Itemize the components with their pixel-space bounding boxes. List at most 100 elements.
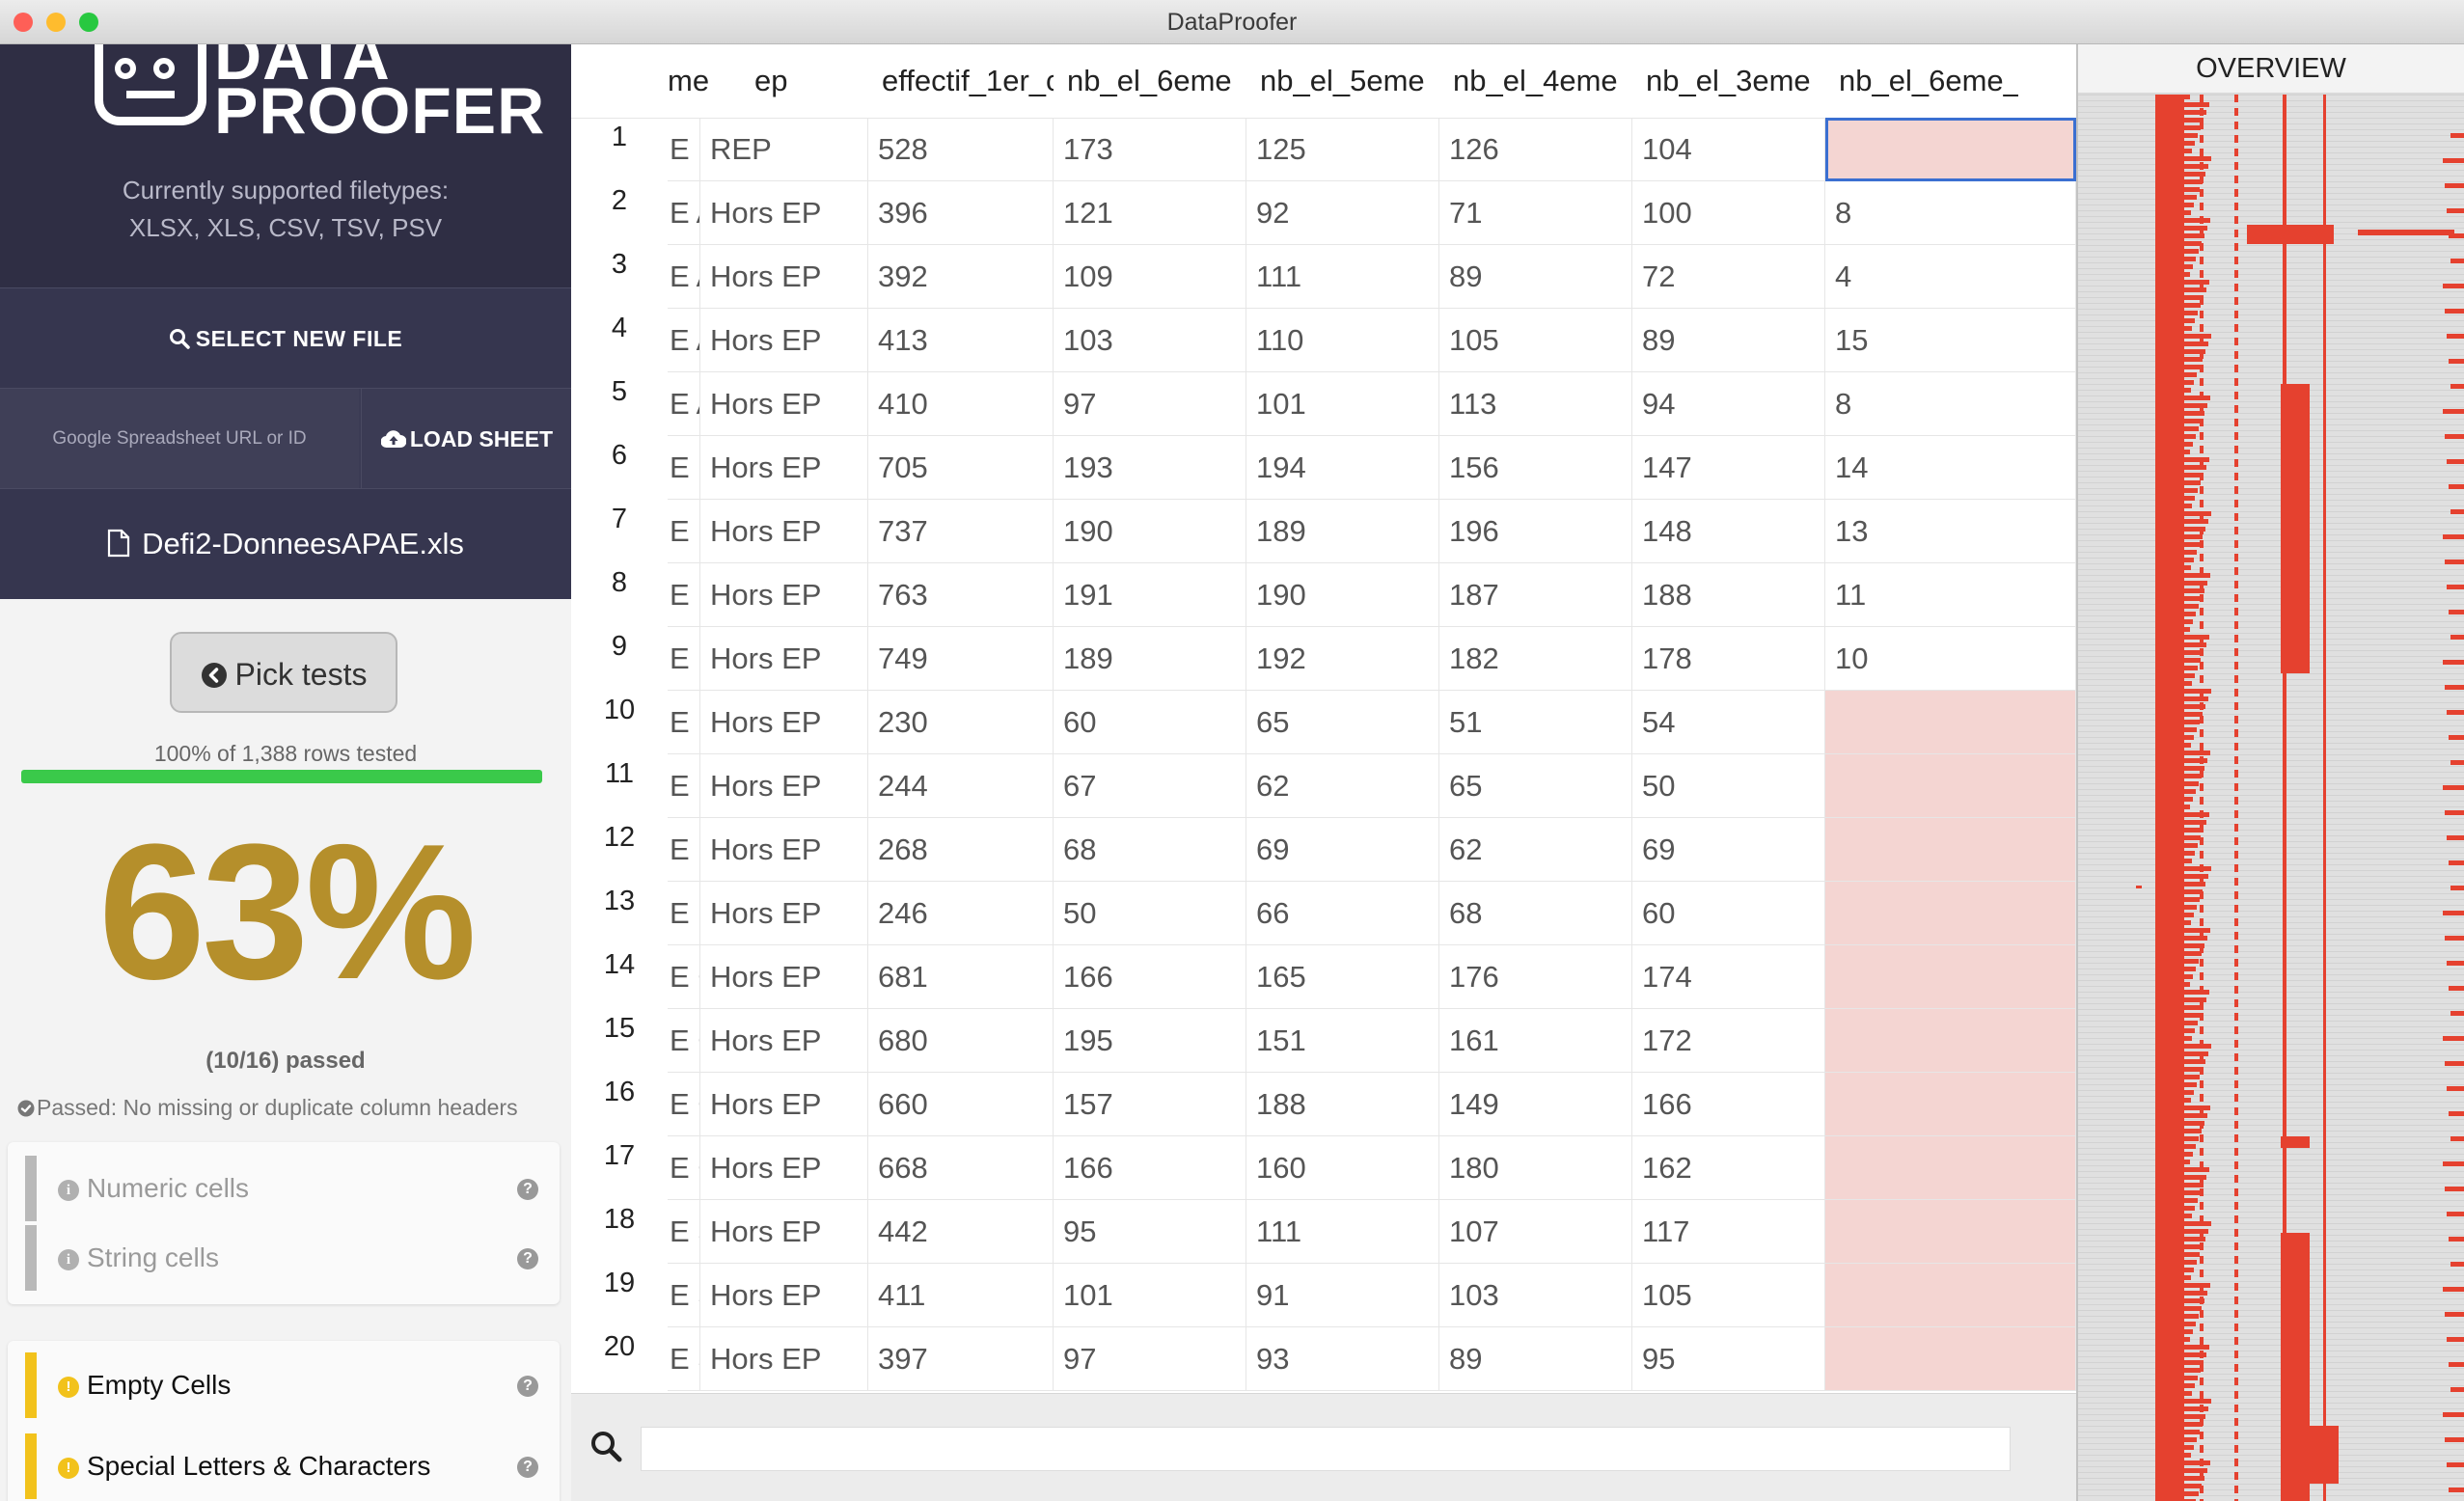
- table-cell[interactable]: 397: [868, 1327, 1054, 1391]
- table-cell[interactable]: 156: [1439, 436, 1632, 500]
- table-cell[interactable]: 157: [1054, 1073, 1246, 1136]
- row-number[interactable]: 20: [571, 1331, 668, 1363]
- spreadsheet-grid[interactable]: me ep effectif_1er_c nb_el_6eme nb_el_5eme nb…: [571, 44, 2076, 1395]
- table-cell[interactable]: 104: [1632, 118, 1825, 181]
- table-cell[interactable]: [1825, 1073, 2076, 1136]
- table-cell[interactable]: 166: [1632, 1073, 1825, 1136]
- table-cell[interactable]: 60: [1632, 882, 1825, 945]
- search-input[interactable]: [641, 1427, 2011, 1471]
- table-cell[interactable]: 4: [1825, 245, 2076, 309]
- column-header[interactable]: me: [668, 44, 731, 118]
- table-cell[interactable]: [1825, 118, 2076, 181]
- column-header[interactable]: effectif_1er_c: [868, 44, 1054, 118]
- table-cell[interactable]: Hors EP: [700, 945, 868, 1009]
- table-cell[interactable]: 680: [868, 1009, 1054, 1073]
- table-cell[interactable]: 95: [1054, 1200, 1246, 1264]
- table-cell[interactable]: 68: [1439, 882, 1632, 945]
- table-cell[interactable]: 246: [868, 882, 1054, 945]
- table-cell[interactable]: E AN: [668, 245, 700, 309]
- table-cell[interactable]: 189: [1054, 627, 1246, 691]
- table-cell[interactable]: 411: [868, 1264, 1054, 1327]
- table-cell[interactable]: 91: [1246, 1264, 1439, 1327]
- table-cell[interactable]: 8: [1825, 372, 2076, 436]
- table-cell[interactable]: 178: [1632, 627, 1825, 691]
- table-cell[interactable]: 69: [1246, 818, 1439, 882]
- row-number[interactable]: 10: [571, 695, 668, 726]
- table-cell[interactable]: Hors EP: [700, 309, 868, 372]
- table-cell[interactable]: E LA: [668, 563, 700, 627]
- row-number[interactable]: 16: [571, 1077, 668, 1108]
- table-cell[interactable]: 89: [1439, 245, 1632, 309]
- row-number[interactable]: 8: [571, 567, 668, 599]
- table-cell[interactable]: 176: [1439, 945, 1632, 1009]
- table-cell[interactable]: 528: [868, 118, 1054, 181]
- table-cell[interactable]: 50: [1054, 882, 1246, 945]
- table-cell[interactable]: 105: [1632, 1264, 1825, 1327]
- table-cell[interactable]: Hors EP: [700, 627, 868, 691]
- table-cell[interactable]: 54: [1632, 691, 1825, 754]
- table-cell[interactable]: E LA: [668, 436, 700, 500]
- table-cell[interactable]: 101: [1246, 372, 1439, 436]
- table-cell[interactable]: Hors EP: [700, 372, 868, 436]
- table-cell[interactable]: 705: [868, 436, 1054, 500]
- table-cell[interactable]: 13: [1825, 500, 2076, 563]
- table-cell[interactable]: 180: [1439, 1136, 1632, 1200]
- row-number[interactable]: 14: [571, 949, 668, 981]
- table-cell[interactable]: 149: [1439, 1073, 1632, 1136]
- row-number[interactable]: 1: [571, 122, 668, 153]
- row-number[interactable]: 2: [571, 185, 668, 217]
- table-cell[interactable]: [1825, 754, 2076, 818]
- table-cell[interactable]: 67: [1054, 754, 1246, 818]
- table-cell[interactable]: 89: [1632, 309, 1825, 372]
- table-cell[interactable]: E LU: [668, 754, 700, 818]
- table-cell[interactable]: E LA: [668, 627, 700, 691]
- table-cell[interactable]: 190: [1054, 500, 1246, 563]
- table-cell[interactable]: 107: [1439, 1200, 1632, 1264]
- column-header[interactable]: nb_el_5eme: [1246, 44, 1439, 118]
- table-cell[interactable]: 413: [868, 309, 1054, 372]
- test-numeric-cells[interactable]: i Numeric cells ?: [8, 1156, 560, 1221]
- table-cell[interactable]: Hors EP: [700, 1136, 868, 1200]
- table-cell[interactable]: E CI: [668, 1073, 700, 1136]
- table-cell[interactable]: 194: [1246, 436, 1439, 500]
- table-cell[interactable]: 97: [1054, 1327, 1246, 1391]
- table-cell[interactable]: [1825, 945, 2076, 1009]
- table-cell[interactable]: 68: [1054, 818, 1246, 882]
- table-cell[interactable]: [1825, 1136, 2076, 1200]
- table-cell[interactable]: 268: [868, 818, 1054, 882]
- table-cell[interactable]: 60: [1054, 691, 1246, 754]
- table-cell[interactable]: 172: [1632, 1009, 1825, 1073]
- table-cell[interactable]: 105: [1439, 309, 1632, 372]
- table-cell[interactable]: 92: [1246, 181, 1439, 245]
- table-cell[interactable]: Hors EP: [700, 500, 868, 563]
- table-cell[interactable]: 121: [1054, 181, 1246, 245]
- table-cell[interactable]: [1825, 818, 2076, 882]
- table-cell[interactable]: Hors EP: [700, 436, 868, 500]
- row-number[interactable]: 4: [571, 313, 668, 344]
- table-cell[interactable]: 103: [1054, 309, 1246, 372]
- row-number[interactable]: 11: [571, 758, 668, 790]
- table-cell[interactable]: 668: [868, 1136, 1054, 1200]
- table-cell[interactable]: 190: [1246, 563, 1439, 627]
- table-cell[interactable]: 97: [1054, 372, 1246, 436]
- row-number[interactable]: 19: [571, 1268, 668, 1299]
- table-cell[interactable]: 244: [868, 754, 1054, 818]
- table-cell[interactable]: 147: [1632, 436, 1825, 500]
- table-cell[interactable]: E DU: [668, 118, 700, 181]
- table-cell[interactable]: [1825, 1327, 2076, 1391]
- table-cell[interactable]: 188: [1246, 1073, 1439, 1136]
- table-cell[interactable]: 95: [1632, 1327, 1825, 1391]
- table-cell[interactable]: 174: [1632, 945, 1825, 1009]
- table-cell[interactable]: 50: [1632, 754, 1825, 818]
- row-number[interactable]: 3: [571, 249, 668, 281]
- table-cell[interactable]: 230: [868, 691, 1054, 754]
- row-number[interactable]: 9: [571, 631, 668, 663]
- table-cell[interactable]: E ST: [668, 1264, 700, 1327]
- test-string-cells[interactable]: i String cells ?: [8, 1225, 560, 1291]
- column-header[interactable]: ep: [741, 44, 868, 118]
- table-cell[interactable]: 737: [868, 500, 1054, 563]
- column-header[interactable]: nb_el_4eme: [1439, 44, 1632, 118]
- table-cell[interactable]: 195: [1054, 1009, 1246, 1073]
- table-cell[interactable]: [1825, 1009, 2076, 1073]
- row-number[interactable]: 12: [571, 822, 668, 854]
